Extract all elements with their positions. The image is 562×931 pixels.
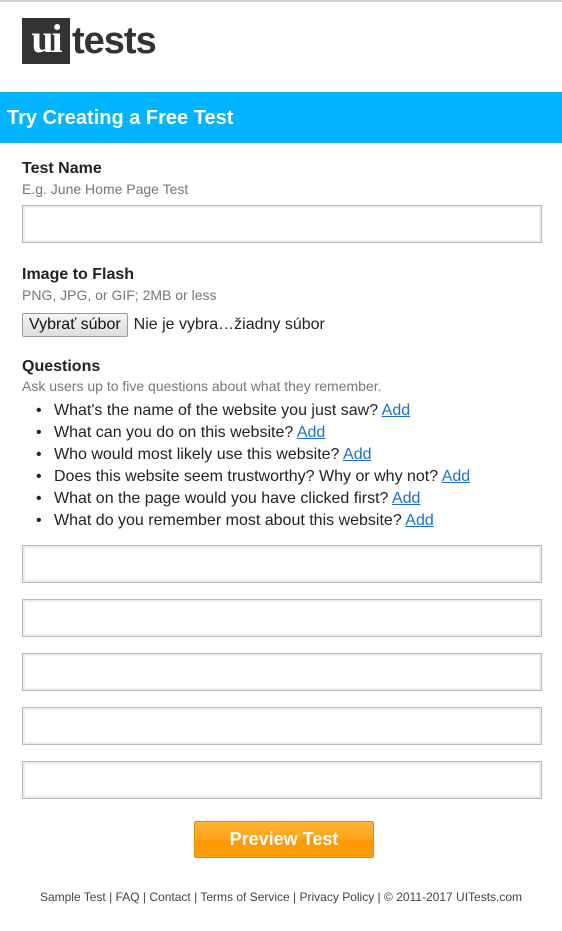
questions-hint: Ask users up to five questions about wha… <box>22 378 382 394</box>
suggested-question-text: What can you do on this website? <box>54 424 294 441</box>
footer-link-privacy[interactable]: Privacy Policy <box>300 890 375 904</box>
image-hint: PNG, JPG, or GIF; 2MB or less <box>22 287 217 303</box>
bullet-icon: • <box>36 424 42 441</box>
footer-separator: | <box>293 890 297 904</box>
site-logo[interactable]: ui tests <box>22 18 157 64</box>
suggested-question: • What can you do on this website? Add <box>22 423 542 445</box>
file-picker: Vybrať súbor Nie je vybra…žiadny súbor <box>22 313 325 337</box>
preview-test-button[interactable]: Preview Test <box>194 821 374 858</box>
add-question-link[interactable]: Add <box>442 468 470 485</box>
page-banner: Try Creating a Free Test <box>0 92 562 143</box>
question-input-3[interactable] <box>22 653 542 691</box>
suggested-question-text: What do you remember most about this web… <box>54 512 402 529</box>
suggested-question-text: Who would most likely use this website? <box>54 446 340 463</box>
question-input-1[interactable] <box>22 545 542 583</box>
suggested-questions-list: • What's the name of the website you just… <box>22 401 542 533</box>
question-input-4[interactable] <box>22 707 542 745</box>
footer-copyright: © 2011-2017 UITests.com <box>384 890 523 904</box>
page-title: Try Creating a Free Test <box>7 107 234 129</box>
footer-separator: | <box>109 890 113 904</box>
add-question-link[interactable]: Add <box>343 446 371 463</box>
footer-link-contact[interactable]: Contact <box>149 890 190 904</box>
suggested-question: • Does this website seem trustworthy? Why… <box>22 467 542 489</box>
footer-link-terms[interactable]: Terms of Service <box>200 890 289 904</box>
test-name-hint: E.g. June Home Page Test <box>22 181 189 197</box>
bullet-icon: • <box>36 512 42 529</box>
suggested-question: • Who would most likely use this website?… <box>22 445 542 467</box>
footer-separator: | <box>194 890 198 904</box>
add-question-link[interactable]: Add <box>382 402 410 419</box>
footer-link-sample-test[interactable]: Sample Test <box>40 890 106 904</box>
logo-wordmark: tests <box>72 20 157 62</box>
footer-separator: | <box>142 890 147 904</box>
bullet-icon: • <box>36 468 42 485</box>
question-input-2[interactable] <box>22 599 542 637</box>
suggested-question: • What do you remember most about this we… <box>22 511 542 533</box>
suggested-question-text: What's the name of the website you just … <box>54 402 379 419</box>
bullet-icon: • <box>36 490 42 507</box>
test-name-label: Test Name <box>22 160 102 177</box>
suggested-question-text: What on the page would you have clicked … <box>54 490 389 507</box>
suggested-question: • What's the name of the website you just… <box>22 401 542 423</box>
footer-link-faq[interactable]: FAQ <box>116 890 140 904</box>
suggested-question-text: Does this website seem trustworthy? Why … <box>54 468 439 485</box>
question-input-5[interactable] <box>22 761 542 799</box>
suggested-question: • What on the page would you have clicked… <box>22 489 542 511</box>
add-question-link[interactable]: Add <box>392 490 420 507</box>
footer-separator: | <box>377 890 381 904</box>
bullet-icon: • <box>36 402 42 419</box>
image-label: Image to Flash <box>22 266 135 283</box>
choose-file-button[interactable]: Vybrať súbor <box>22 313 128 337</box>
logo-mark: ui <box>22 18 70 64</box>
questions-label: Questions <box>22 358 101 375</box>
file-status-text: Nie je vybra…žiadny súbor <box>133 316 325 333</box>
bullet-icon: • <box>36 446 42 463</box>
test-name-input[interactable] <box>22 205 542 243</box>
add-question-link[interactable]: Add <box>297 424 325 441</box>
add-question-link[interactable]: Add <box>405 512 433 529</box>
footer: Sample Test | FAQ | Contact | Terms of S… <box>0 889 562 905</box>
top-border <box>0 0 562 2</box>
